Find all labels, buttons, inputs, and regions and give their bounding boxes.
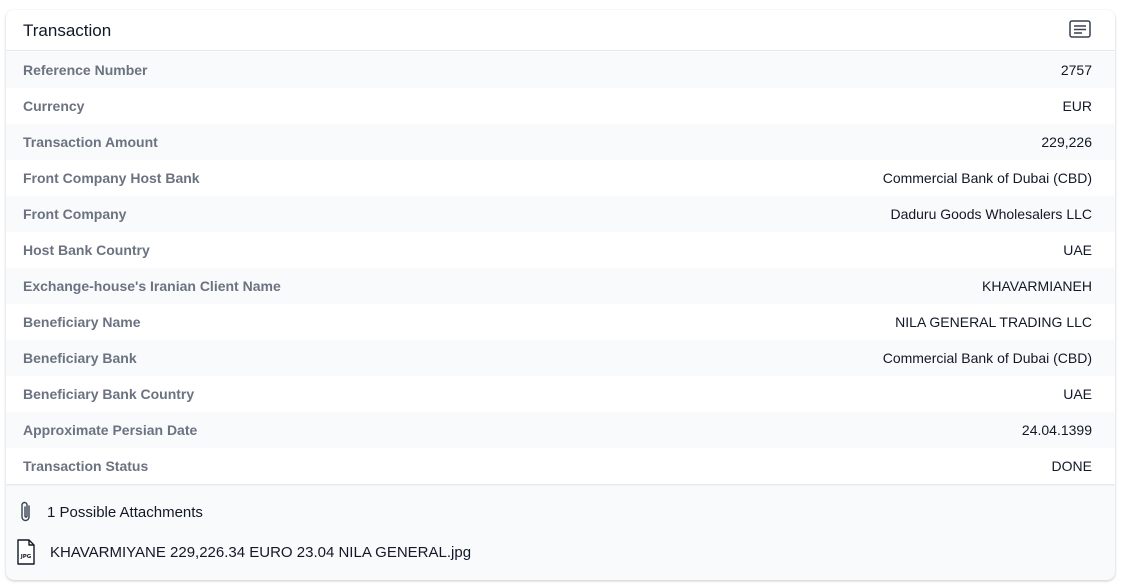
- field-value: Daduru Goods Wholesalers LLC: [890, 206, 1092, 222]
- field-value: UAE: [1063, 386, 1092, 402]
- field-row-currency: Currency EUR: [6, 88, 1115, 124]
- field-row-beneficiary-bank-country: Beneficiary Bank Country UAE: [6, 376, 1115, 412]
- card-title: Transaction: [23, 21, 112, 40]
- field-label: Front Company: [23, 206, 127, 222]
- field-value: NILA GENERAL TRADING LLC: [895, 314, 1092, 330]
- field-label: Beneficiary Bank Country: [23, 386, 195, 402]
- field-value: DONE: [1051, 458, 1092, 474]
- field-row-front-company-host-bank: Front Company Host Bank Commercial Bank …: [6, 160, 1115, 196]
- field-value: Commercial Bank of Dubai (CBD): [882, 350, 1092, 366]
- notes-icon[interactable]: [1069, 20, 1091, 38]
- file-icon-text: JPG: [20, 554, 32, 560]
- field-label: Currency: [23, 98, 85, 114]
- field-value: KHAVARMIANEH: [982, 278, 1092, 294]
- field-value: UAE: [1063, 242, 1092, 258]
- field-value: 229,226: [1041, 134, 1092, 150]
- field-row-transaction-amount: Transaction Amount 229,226: [6, 124, 1115, 160]
- field-row-beneficiary-bank: Beneficiary Bank Commercial Bank of Duba…: [6, 340, 1115, 376]
- field-label: Transaction Amount: [23, 134, 158, 150]
- field-label: Beneficiary Bank: [23, 350, 137, 366]
- attachments-heading: 1 Possible Attachments: [47, 503, 203, 521]
- card-header: Transaction: [6, 10, 1115, 51]
- attachments-section: 1 Possible Attachments JPG KHAVARMIYANE …: [6, 484, 1115, 580]
- field-value: Commercial Bank of Dubai (CBD): [882, 170, 1092, 186]
- field-row-approximate-persian-date: Approximate Persian Date 24.04.1399: [6, 412, 1115, 448]
- field-label: Beneficiary Name: [23, 314, 141, 330]
- field-label: Transaction Status: [23, 458, 149, 474]
- field-list: Reference Number 2757 Currency EUR Trans…: [6, 52, 1115, 484]
- field-row-host-bank-country: Host Bank Country UAE: [6, 232, 1115, 268]
- field-label: Host Bank Country: [23, 242, 150, 258]
- field-label: Exchange-house's Iranian Client Name: [23, 278, 281, 294]
- attachment-file-link[interactable]: KHAVARMIYANE 229,226.34 EURO 23.04 NILA …: [50, 544, 471, 561]
- field-row-iranian-client-name: Exchange-house's Iranian Client Name KHA…: [6, 268, 1115, 304]
- paperclip-icon: [21, 501, 30, 522]
- transaction-details-panel: Transaction Reference Number 2757 Curren…: [6, 10, 1115, 484]
- field-label: Front Company Host Bank: [23, 170, 200, 186]
- field-row-transaction-status: Transaction Status DONE: [6, 448, 1115, 484]
- field-label: Reference Number: [23, 62, 148, 78]
- field-value: 24.04.1399: [1021, 422, 1092, 438]
- field-value: EUR: [1062, 98, 1092, 114]
- jpg-file-icon: JPG: [17, 539, 35, 565]
- field-row-front-company: Front Company Daduru Goods Wholesalers L…: [6, 196, 1115, 232]
- field-value: 2757: [1060, 62, 1092, 78]
- transaction-card: Transaction Reference Number 2757 Curren…: [6, 10, 1115, 580]
- field-label: Approximate Persian Date: [23, 422, 198, 438]
- field-row-beneficiary-name: Beneficiary Name NILA GENERAL TRADING LL…: [6, 304, 1115, 340]
- attachment-item[interactable]: JPG KHAVARMIYANE 229,226.34 EURO 23.04 N…: [16, 539, 471, 565]
- attachments-header: 1 Possible Attachments: [16, 500, 203, 524]
- field-row-reference-number: Reference Number 2757: [6, 52, 1115, 88]
